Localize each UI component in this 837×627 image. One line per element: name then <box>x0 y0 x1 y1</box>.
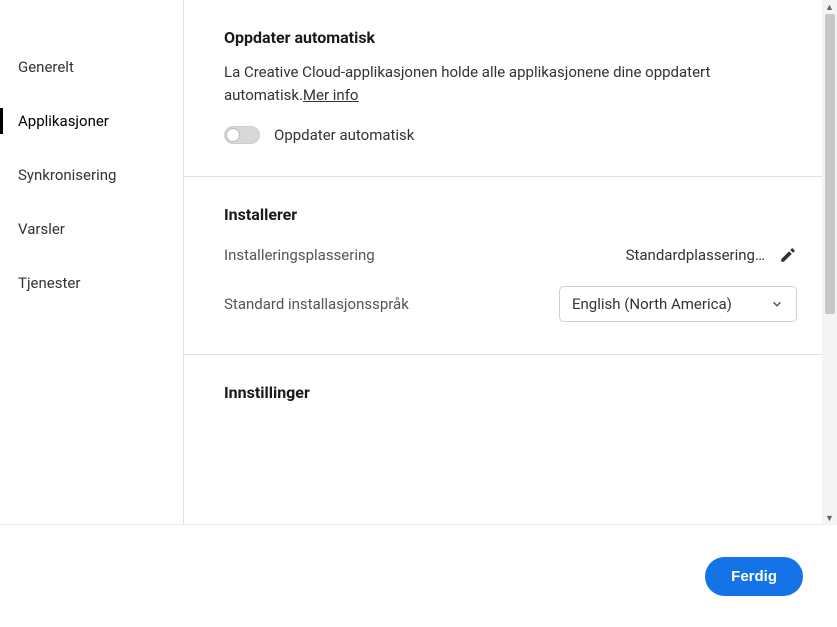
content-area: Oppdater automatisk La Creative Cloud-ap… <box>184 0 837 524</box>
autoupdate-toggle[interactable] <box>224 126 260 144</box>
more-info-link[interactable]: Mer info <box>303 86 359 104</box>
pencil-icon <box>779 246 797 264</box>
section-settings: Innstillinger <box>184 355 837 448</box>
section-title: Innstillinger <box>224 383 797 402</box>
sidebar: Generelt Applikasjoner Synkronisering Va… <box>0 0 184 524</box>
sidebar-item-label: Applikasjoner <box>18 112 109 130</box>
sidebar-item-label: Synkronisering <box>18 166 116 184</box>
section-description: La Creative Cloud-applikasjonen holde al… <box>224 61 797 108</box>
install-language-label: Standard installasjonsspråk <box>224 295 409 313</box>
done-button[interactable]: Ferdig <box>705 557 803 596</box>
install-location-value-wrap: Standardplassering… <box>626 246 797 264</box>
section-autoupdate: Oppdater automatisk La Creative Cloud-ap… <box>184 0 837 177</box>
install-location-label: Installeringsplassering <box>224 246 375 264</box>
sidebar-item-notifications[interactable]: Varsler <box>0 202 183 256</box>
toggle-label: Oppdater automatisk <box>274 126 414 144</box>
scroll-up-arrow-icon[interactable]: ▲ <box>822 0 837 14</box>
install-language-select[interactable]: English (North America) <box>559 286 797 322</box>
toggle-row: Oppdater automatisk <box>224 126 797 144</box>
chevron-down-icon <box>770 297 784 311</box>
sidebar-item-applications[interactable]: Applikasjoner <box>0 94 183 148</box>
sidebar-item-general[interactable]: Generelt <box>0 40 183 94</box>
sidebar-item-label: Tjenester <box>18 274 80 292</box>
section-title: Installerer <box>224 205 797 224</box>
scrollbar-thumb[interactable] <box>825 14 835 314</box>
sidebar-item-label: Varsler <box>18 220 65 238</box>
install-language-row: Standard installasjonsspråk English (Nor… <box>224 286 797 322</box>
sidebar-item-label: Generelt <box>18 58 74 76</box>
scrollbar-track[interactable]: ▲ ▼ <box>822 0 837 525</box>
toggle-knob <box>226 128 240 142</box>
sidebar-item-services[interactable]: Tjenester <box>0 256 183 310</box>
footer: Ferdig <box>0 525 837 627</box>
select-value: English (North America) <box>572 295 732 313</box>
edit-location-button[interactable] <box>779 246 797 264</box>
install-location-value: Standardplassering… <box>626 246 765 264</box>
install-location-row: Installeringsplassering Standardplasseri… <box>224 246 797 264</box>
section-install: Installerer Installeringsplassering Stan… <box>184 177 837 355</box>
scroll-down-arrow-icon[interactable]: ▼ <box>822 511 837 525</box>
section-title: Oppdater automatisk <box>224 28 797 47</box>
sidebar-item-syncing[interactable]: Synkronisering <box>0 148 183 202</box>
